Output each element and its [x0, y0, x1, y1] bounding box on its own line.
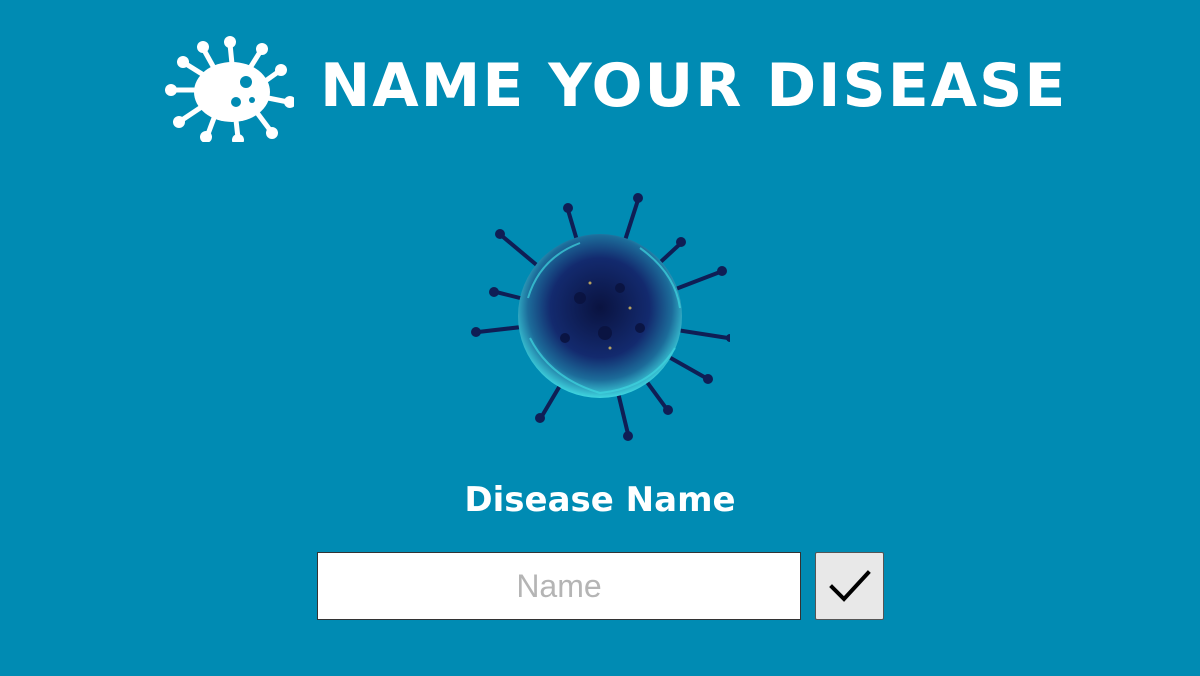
confirm-button[interactable] — [815, 552, 884, 620]
header: NAME YOUR DISEASE — [160, 32, 1065, 142]
page-title: NAME YOUR DISEASE — [320, 51, 1068, 121]
virus-icon — [165, 36, 294, 142]
disease-name-input[interactable] — [317, 552, 801, 620]
checkmark-icon — [829, 570, 871, 602]
virus-illustration — [471, 193, 730, 441]
name-disease-screen: NAME YOUR DISEASE Disease Name Name — [0, 0, 1200, 676]
disease-name-label: Disease Name — [464, 480, 736, 520]
